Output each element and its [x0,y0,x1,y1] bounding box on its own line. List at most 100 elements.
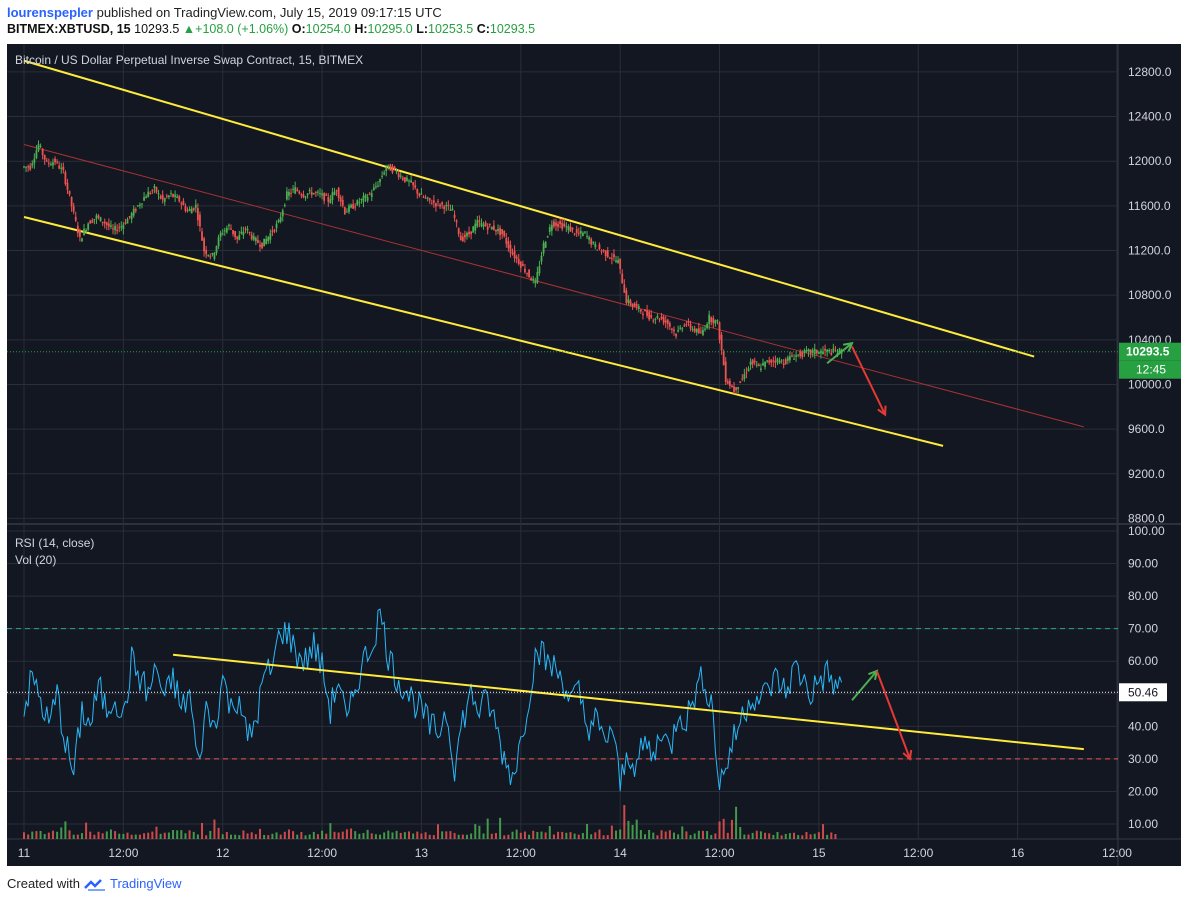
candle-body [555,222,557,226]
candle-body [762,362,764,366]
volume-bar [383,832,386,839]
candle-body [364,194,367,198]
volume-bar [312,831,315,839]
candle-body [693,328,696,332]
candle-body [594,243,597,248]
candle-body [610,258,613,260]
tradingview-link[interactable]: TradingView [110,876,182,891]
candle-body [644,309,646,312]
rsi-title: RSI (14, close) [15,536,94,550]
volume-bar [379,834,382,839]
candle-body [215,246,218,254]
candle-body [712,318,715,324]
volume-bar [486,818,489,839]
volume-bar [822,824,825,839]
candle-body [285,191,288,200]
candle-body [81,238,83,242]
candle-body [244,228,247,230]
candle-body [639,309,642,312]
candle-body [230,228,232,230]
high-value: 10295.0 [367,22,413,36]
candle-body [617,259,619,264]
volume-bar [428,834,431,839]
volume-bar [321,830,324,839]
volume-bar [631,824,634,839]
volume-bar [743,834,746,839]
volume-bar [735,806,738,839]
candle-body [623,284,626,293]
volume-bar [304,835,307,839]
volume-bar [287,829,290,839]
chart-canvas[interactable]: 12800.0 12400.0 12000.0 11600.0 11200.0 10800… [0,44,1186,868]
candle-body [110,225,112,227]
volume-bar [412,833,415,839]
candle-body [211,253,214,255]
candle-body [66,182,69,190]
up-triangle-icon: ▲ [182,22,196,36]
candle-body [56,161,59,163]
candle-body [532,278,535,281]
volume-bar [89,831,92,839]
candle-body [731,385,733,388]
candle-body [153,186,156,188]
volume-bar [325,833,328,839]
volume-bar [238,835,241,839]
volume-bar [172,829,175,839]
volume-bar [80,833,83,839]
candle-body [546,236,549,238]
candle-body [801,351,804,357]
candle-body [209,256,212,258]
volume-bar [437,824,439,839]
candle-body [310,192,313,195]
candle-body [126,219,129,224]
candle-body [267,236,270,241]
candle-body [155,187,158,193]
rsi-tick-label: 10.00 [1128,817,1158,831]
candle-body [695,328,698,333]
candle-body [136,205,139,207]
volume-bar [209,830,212,839]
candle-body [557,223,559,227]
candle-body [68,190,71,195]
candle-body [577,232,580,234]
candle-body [635,304,638,307]
volume-bar [205,835,208,839]
candle-body [279,216,282,222]
open-value: 10254.0 [305,22,351,36]
candle-body [739,381,742,383]
volume-bar [693,833,696,839]
time-tick-label: 16 [1011,846,1025,860]
volume-bar [519,832,522,839]
candle-body [735,387,737,391]
open-label: O: [291,22,306,36]
candle-body [43,154,46,160]
candle-body [474,223,477,231]
candle-body [774,360,777,363]
volume-bar [217,827,220,839]
volume-bar [577,834,580,839]
volume-bar [648,830,651,839]
candle-body [375,186,377,188]
candle-body [134,209,137,211]
author-link[interactable]: lourenspepler [7,5,93,20]
volume-bar [457,834,460,839]
candle-body [584,231,586,233]
candle-body [292,188,294,190]
candle-body [650,315,653,318]
volume-bar [68,830,71,839]
candle-body [370,193,373,198]
volume-bar [85,822,88,839]
volume-bar [225,832,228,839]
candle-body [677,330,680,332]
volume-bar [403,832,406,839]
volume-bar [180,830,183,839]
high-label: H: [354,22,368,36]
candle-body [782,363,785,365]
candle-body [789,356,791,361]
volume-bar [374,834,377,839]
volume-bar [780,835,783,839]
candle-body [615,260,617,263]
candle-body [424,197,427,199]
candle-body [232,229,234,235]
candle-body [687,321,690,323]
